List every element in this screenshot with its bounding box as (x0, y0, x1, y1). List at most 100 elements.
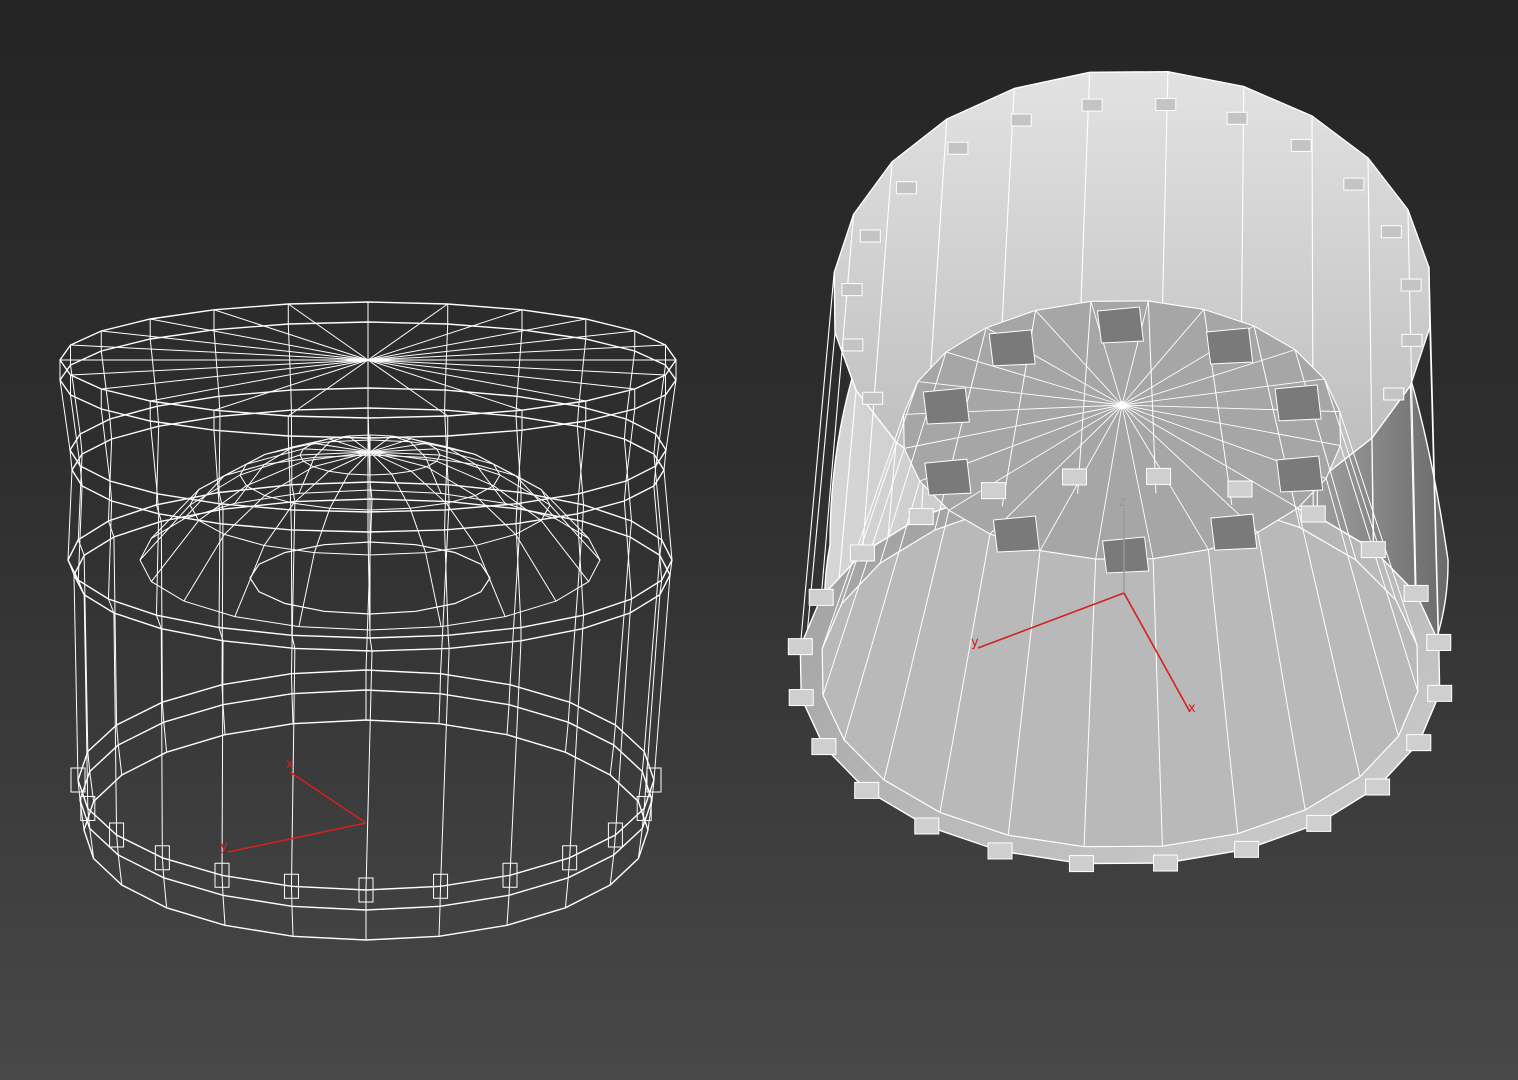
wire-vertical-edge (161, 702, 165, 723)
wire-vertical-edge (155, 513, 160, 616)
shaded-top-notch (1400, 278, 1422, 292)
shaded-top-notch (1226, 111, 1248, 125)
shaded-top-notch (947, 141, 969, 155)
shaded-rim-notch (981, 482, 1007, 500)
wire-vertical-edge (614, 536, 631, 726)
wire-top-spoke (287, 303, 369, 361)
wire-dome-edge (446, 503, 477, 546)
gizmo-y-axis[interactable] (227, 822, 367, 853)
wire-vertical-edge (508, 684, 511, 705)
shaded-hub-center (1118, 401, 1126, 409)
wire-vertical-edge (109, 418, 113, 440)
wire-vertical-edge (440, 648, 450, 887)
wire-vertical-edge (291, 693, 294, 724)
wire-vertical-edge (613, 834, 616, 856)
shaded-top-notch (841, 283, 863, 297)
wire-vertical-edge (564, 877, 569, 908)
wire-dome-edge (540, 520, 590, 582)
gizmo-y-label: y (220, 839, 228, 854)
shaded-top-notch (1383, 387, 1405, 401)
wire-top-spoke (70, 344, 369, 361)
wire-vertical-edge (117, 744, 123, 776)
shaded-rim-notch (1403, 584, 1429, 602)
gizmo-x-label: x (1188, 701, 1196, 716)
wire-vertical-edge (569, 521, 584, 703)
shaded-rim-notch (987, 842, 1013, 860)
wire-dome-edge (475, 464, 506, 504)
shaded-vent-slot (1210, 513, 1258, 551)
wire-vertical-edge (582, 615, 585, 629)
wire-dome-edge (515, 534, 557, 602)
wire-vertical-edge (515, 396, 518, 417)
gizmo-z-label: z (1119, 495, 1126, 510)
shaded-rim-notch (787, 638, 813, 656)
wire-vertical-edge (623, 438, 633, 522)
wire-vertical-edge (582, 504, 585, 522)
shaded-rim-notch (1365, 778, 1391, 796)
wire-dome-edge (436, 460, 494, 487)
shaded-top-notch (1343, 177, 1365, 191)
wire-vertical-edge (609, 744, 615, 776)
wire-vertical-edge (59, 379, 71, 451)
shaded-rim-notch (1061, 468, 1087, 486)
wire-vertical-edge (79, 433, 83, 455)
shaded-top-notch (1081, 98, 1103, 112)
wire-vertical-edge (149, 420, 158, 494)
wire-dome-edge (410, 470, 447, 504)
shaded-rim-notch (854, 781, 880, 799)
gizmo-y-label: y (971, 635, 979, 650)
wire-dome-edge (263, 503, 294, 546)
shaded-top-notch (895, 181, 917, 195)
wire-vertical-edge (653, 574, 671, 781)
wire-vertical-edge (218, 396, 221, 417)
wire-vertical-edge (87, 751, 91, 772)
wire-vertical-edge (653, 433, 657, 455)
wire-vertical-edge (218, 503, 221, 524)
wire-dome-edge (139, 504, 191, 561)
wire-vertical-edge (516, 329, 523, 397)
shaded-rim-notch (1306, 814, 1332, 832)
shaded-vent-slot (1102, 536, 1150, 574)
shaded-rim-notch (808, 588, 834, 606)
wire-vertical-edge (509, 640, 522, 876)
wire-vertical-edge (365, 650, 373, 891)
shaded-rim-notch (1426, 633, 1452, 651)
shaded-rim-notch (1153, 854, 1179, 872)
wire-vertical-edge (291, 906, 294, 937)
shaded-rim-notch (811, 738, 837, 756)
wire-vertical-edge (629, 520, 633, 538)
wire-top-spoke (70, 359, 369, 376)
wire-dome-edge (183, 534, 225, 602)
wire-vertical-edge (116, 834, 119, 856)
wire-vertical-edge (444, 509, 446, 530)
wire-vertical-edge (213, 329, 220, 397)
shaded-top-notch (842, 338, 864, 352)
wire-dome-edge (425, 552, 442, 627)
shaded-cylinder-mesh[interactable] (787, 70, 1453, 873)
wire-vertical-edge (116, 724, 119, 746)
wireframe-cylinder-mesh[interactable] (59, 301, 677, 941)
wire-vertical-edge (623, 418, 627, 440)
wire-vertical-edge (576, 493, 580, 514)
wire-vertical-edge (438, 693, 441, 724)
wire-vertical-edge (506, 895, 510, 926)
wire-vertical-edge (659, 539, 663, 556)
wire-vertical-edge (614, 612, 631, 836)
shaded-vent-slot (924, 458, 972, 496)
wire-vertical-edge (564, 722, 569, 753)
wire-vertical-edge (222, 895, 226, 926)
shaded-rim-notch (1360, 541, 1386, 559)
wire-vertical-edge (163, 877, 168, 908)
shaded-rim-notch (1427, 684, 1453, 702)
shaded-rim-notch (1146, 467, 1172, 485)
wire-vertical-edge (163, 722, 168, 753)
shaded-top-notch (859, 229, 881, 243)
shaded-top-notch (1401, 333, 1423, 347)
wire-vertical-edge (290, 673, 293, 694)
wire-vertical-edge (637, 771, 643, 802)
viewport-perspective[interactable]: x y z y x (0, 0, 1518, 1080)
shaded-rim-notch (1300, 505, 1326, 523)
viewport-canvas[interactable]: x y z y x (0, 0, 1518, 1080)
gizmo-x-axis[interactable] (289, 771, 367, 824)
wire-vertical-edge (643, 555, 661, 752)
